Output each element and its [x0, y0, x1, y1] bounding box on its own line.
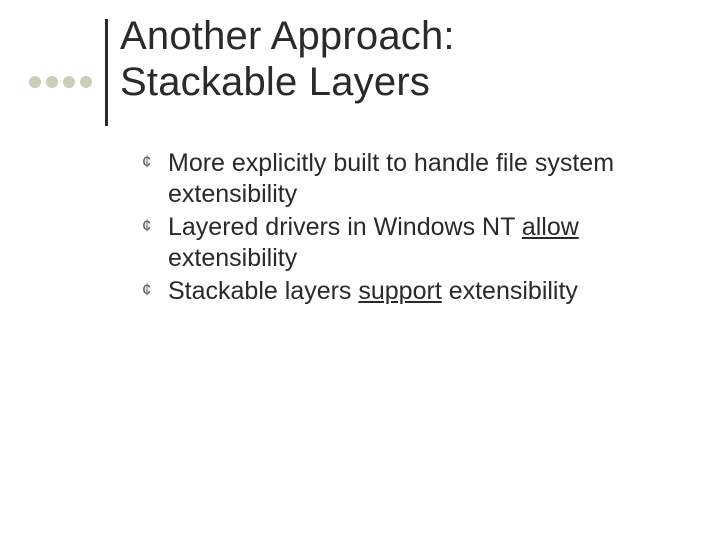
title-line-2: Stackable Layers [120, 60, 430, 104]
bullet-text-pre: Stackable layers [168, 277, 358, 305]
dot-icon [46, 76, 58, 88]
bullet-icon: ¢ [142, 149, 151, 174]
slide: Another Approach: Stackable Layers ¢ Mor… [0, 0, 720, 540]
list-item: ¢ More explicitly built to handle file s… [142, 148, 652, 210]
title-line-1: Another Approach: [120, 14, 455, 58]
bullet-text-post: extensibility [442, 277, 578, 305]
dot-icon [63, 76, 75, 88]
decorative-dots [29, 76, 92, 88]
bullet-text-pre: More explicitly built to handle file sys… [168, 149, 614, 208]
dot-icon [29, 76, 41, 88]
list-item: ¢ Stackable layers support extensibility [142, 276, 652, 307]
bullet-text-underline: support [358, 277, 441, 305]
bullet-text-pre: Layered drivers in Windows NT [168, 213, 522, 241]
vertical-rule [105, 19, 108, 126]
bullet-icon: ¢ [142, 277, 151, 302]
dot-icon [80, 76, 92, 88]
bullet-icon: ¢ [142, 213, 151, 238]
bullet-text-post: extensibility [168, 244, 297, 272]
slide-title: Another Approach: Stackable Layers [120, 14, 455, 105]
bullet-text-underline: allow [522, 213, 579, 241]
slide-body: ¢ More explicitly built to handle file s… [142, 148, 652, 309]
list-item: ¢ Layered drivers in Windows NT allow ex… [142, 212, 652, 274]
